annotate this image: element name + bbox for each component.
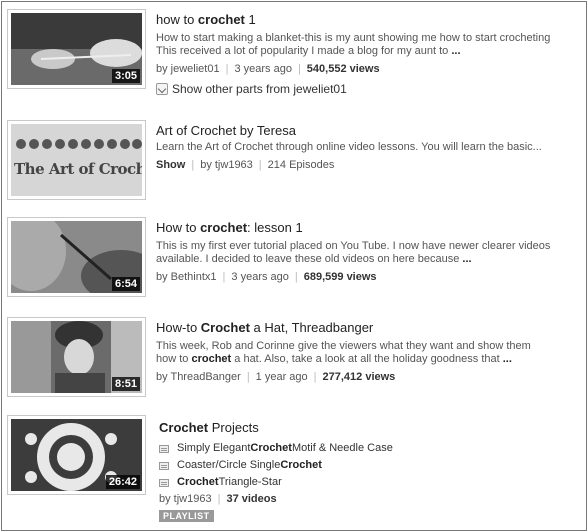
search-results-panel: 3:05 how to crochet 1 How to start makin… <box>1 1 587 531</box>
show-description: Learn the Art of Crochet through online … <box>156 141 542 153</box>
playlist-items: Simply Elegant Crochet Motif & Needle Ca… <box>159 440 584 491</box>
video-list-icon <box>159 444 169 453</box>
author-link[interactable]: by Bethintx1 <box>156 271 217 283</box>
video-description: This is my first ever tutorial placed on… <box>156 240 551 265</box>
author-link[interactable]: by tjw1963 <box>200 159 253 171</box>
view-count: 540,552 views <box>306 63 380 75</box>
duration-badge: 3:05 <box>111 69 140 83</box>
video-thumbnail[interactable]: 8:51 <box>7 317 146 397</box>
upload-age: 3 years ago <box>234 63 292 75</box>
show-label: Show <box>156 159 186 171</box>
author-link[interactable]: by ThreadBanger <box>156 371 241 383</box>
video-thumbnail[interactable]: 6:54 <box>7 217 146 297</box>
video-list-icon <box>159 461 169 470</box>
upload-age: 1 year ago <box>255 371 308 383</box>
author-link[interactable]: by tjw1963 <box>159 493 212 505</box>
playlist-video-link[interactable]: Coaster/Circle Single Crochet <box>159 457 584 474</box>
playlist-thumbnail[interactable]: 26:42 <box>7 415 146 495</box>
upload-age: 3 years ago <box>231 271 289 283</box>
video-meta: by ThreadBanger | 1 year ago | 277,412 views <box>156 371 396 383</box>
view-count: 689,599 views <box>303 271 377 283</box>
video-meta: by Bethintx1 | 3 years ago | 689,599 views <box>156 271 377 283</box>
show-title[interactable]: Art of Crochet by Teresa <box>156 123 581 139</box>
playlist-video-link[interactable]: Simply Elegant Crochet Motif & Needle Ca… <box>159 440 584 457</box>
show-meta: Show | by tjw1963 | 214 Episodes <box>156 159 335 171</box>
video-list-icon <box>159 478 169 487</box>
video-title[interactable]: How to crochet: lesson 1 <box>156 220 581 236</box>
author-link[interactable]: by jeweliet01 <box>156 63 220 75</box>
show-other-parts-link[interactable]: Show other parts from jeweliet01 <box>156 82 581 96</box>
playlist-video-link[interactable]: Crochet Triangle-Star <box>159 474 584 491</box>
expand-icon <box>156 83 168 95</box>
video-title[interactable]: How-to Crochet a Hat, Threadbanger <box>156 320 581 336</box>
playlist-title[interactable]: Crochet Projects <box>159 420 584 436</box>
video-title[interactable]: how to crochet 1 <box>156 12 581 28</box>
episode-count: 214 Episodes <box>267 159 335 171</box>
view-count: 277,412 views <box>322 371 396 383</box>
video-meta: by jeweliet01 | 3 years ago | 540,552 views <box>156 63 380 75</box>
playlist-badge: PLAYLIST <box>159 510 214 522</box>
duration-badge: 8:51 <box>111 377 140 391</box>
duration-badge: 26:42 <box>105 475 140 489</box>
show-logo-text: The Art of Crochet <box>14 160 142 178</box>
duration-badge: 6:54 <box>111 277 140 291</box>
video-description: This week, Rob and Corinne give the view… <box>156 340 531 365</box>
playlist-meta: by tjw1963 | 37 videos <box>159 493 277 505</box>
video-count: 37 videos <box>226 493 277 505</box>
video-thumbnail[interactable]: 3:05 <box>7 9 146 89</box>
video-description: How to start making a blanket-this is my… <box>156 32 551 57</box>
show-thumbnail[interactable]: The Art of Crochet <box>7 120 146 200</box>
